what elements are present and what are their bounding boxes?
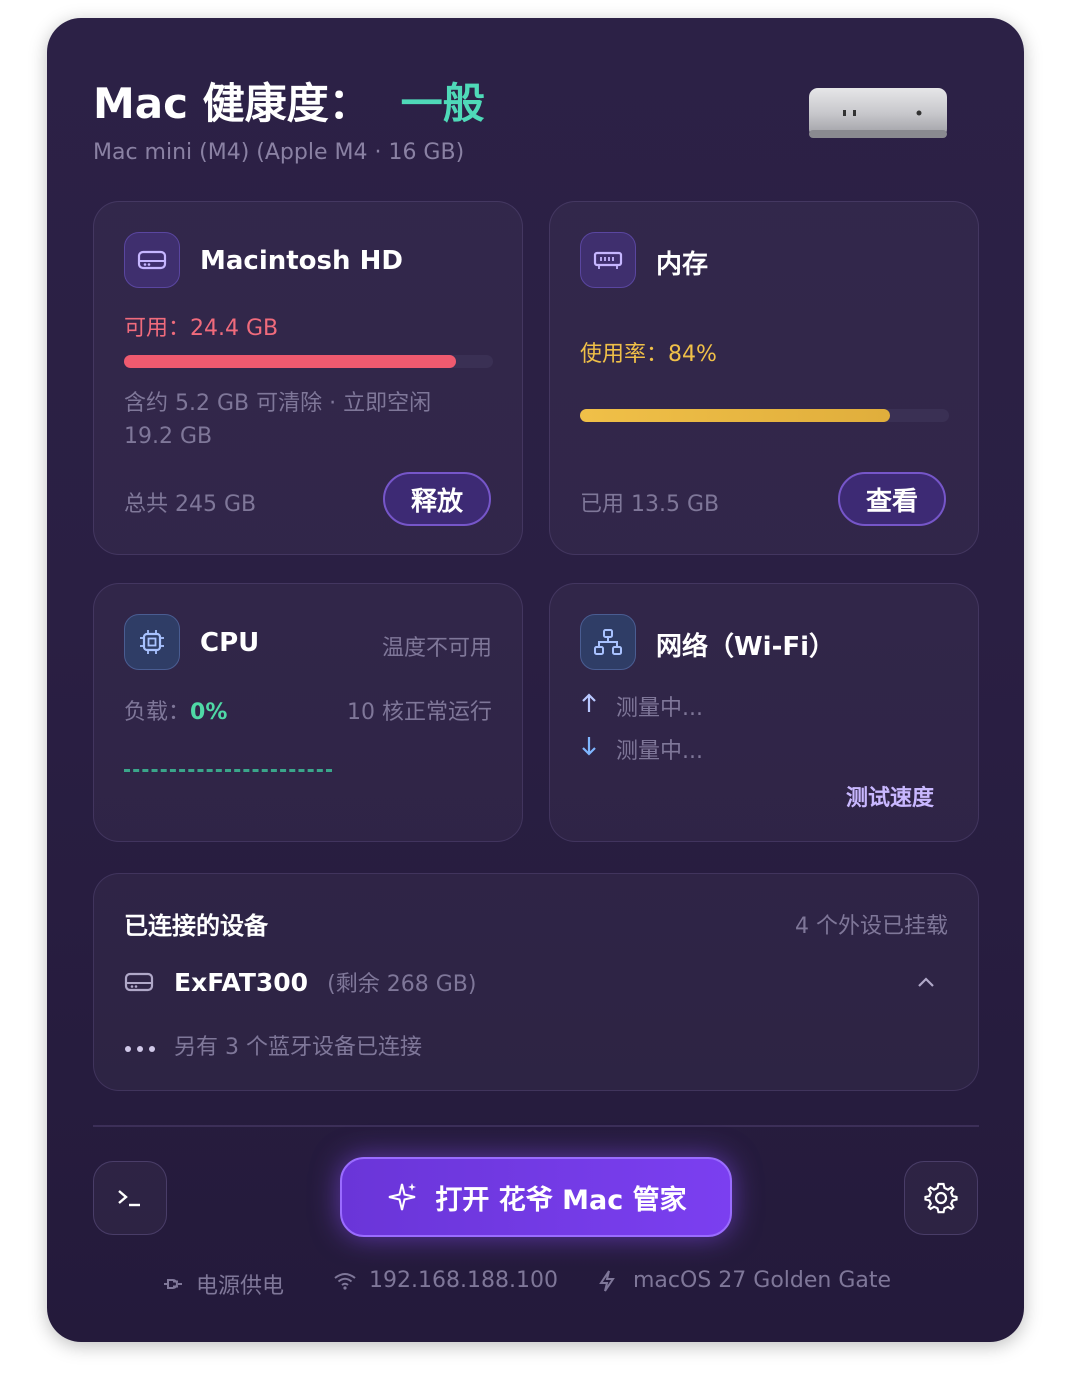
disk-title: Macintosh HD (200, 246, 403, 276)
disk-card: Macintosh HD 可用：24.4 GB 含约 5.2 GB 可清除 · … (93, 201, 523, 555)
disk-icon (124, 232, 180, 288)
settings-button[interactable] (904, 1161, 978, 1235)
disk-usage-fill (124, 355, 457, 368)
ip-address: 192.168.188.100 (333, 1268, 558, 1293)
divider (93, 1125, 979, 1127)
view-button[interactable]: 查看 (838, 472, 946, 526)
cpu-icon (124, 614, 180, 670)
cpu-load-graph (124, 769, 332, 772)
drive-row[interactable]: ExFAT300 (剩余 268 GB) (174, 966, 476, 998)
drive-free: (剩余 268 GB) (327, 972, 477, 997)
power-status: 电源供电 (160, 1268, 284, 1300)
power-label: 电源供电 (196, 1274, 285, 1299)
disk-total: 总共 245 GB (124, 492, 257, 517)
open-manager-button[interactable]: 打开 花爷 Mac 管家 (340, 1157, 732, 1237)
device-subtitle: Mac mini (M4) (Apple M4 · 16 GB) (93, 140, 465, 165)
cpu-card: CPU 温度不可用 负载：0% 10 核正常运行 (93, 583, 523, 842)
health-panel: Mac 健康度： 一般 Mac mini (M4) (Apple M4 · 16 … (47, 18, 1024, 1342)
network-icon (580, 614, 636, 670)
terminal-button[interactable] (93, 1161, 167, 1235)
download-speed: 测量中... (616, 739, 703, 764)
terminal-icon (118, 1190, 140, 1207)
lightning-icon (599, 1269, 615, 1292)
disk-available: 可用：24.4 GB (124, 316, 279, 341)
memory-usage-fill (580, 409, 890, 422)
memory-chip-icon (580, 232, 636, 288)
network-card: 网络（Wi-Fi） 测量中... 测量中... 测试速度 (549, 583, 979, 842)
cpu-cores: 10 核正常运行 (347, 700, 492, 725)
memory-card: 内存 使用率：84% 已用 13.5 GB 查看 (549, 201, 979, 555)
more-dots-icon (124, 1039, 156, 1058)
devices-card: 已连接的设备 4 个外设已挂载 ExFAT300 (剩余 268 GB) 另有 … (93, 873, 979, 1091)
devices-count: 4 个外设已挂载 (795, 914, 948, 939)
mac-mini-image (809, 88, 947, 138)
devices-title: 已连接的设备 (124, 912, 268, 940)
title-label: Mac 健康度： (93, 79, 371, 128)
cpu-load-label: 负载： (124, 700, 191, 725)
upload-arrow-icon (580, 692, 598, 718)
os-label: macOS 27 Golden Gate (633, 1268, 892, 1293)
health-status: 一般 (400, 79, 485, 128)
gear-icon (924, 1182, 958, 1214)
memory-usage-bar (580, 409, 949, 422)
disk-usage-bar (124, 355, 493, 368)
speed-test-link[interactable]: 测试速度 (846, 780, 934, 812)
download-arrow-icon (580, 735, 598, 761)
sparkle-icon (389, 1183, 417, 1211)
bluetooth-devices: 另有 3 个蓝牙设备已连接 (174, 1035, 422, 1060)
os-version: macOS 27 Golden Gate (597, 1268, 891, 1293)
power-plug-icon (164, 1279, 182, 1289)
disk-note: 含约 5.2 GB 可清除 · 立即空闲 19.2 GB (124, 391, 432, 449)
chevron-up-icon[interactable] (916, 974, 936, 993)
cpu-load: 负载：0% (124, 694, 227, 726)
drive-icon (124, 971, 154, 997)
memory-title: 内存 (656, 250, 709, 280)
drive-name: ExFAT300 (174, 968, 309, 997)
wifi-icon (334, 1272, 356, 1290)
upload-speed: 测量中... (616, 696, 703, 721)
release-button[interactable]: 释放 (383, 472, 491, 526)
open-manager-label: 打开 花爷 Mac 管家 (435, 1184, 687, 1216)
cpu-load-value: 0% (190, 700, 228, 725)
cpu-temperature: 温度不可用 (381, 636, 492, 661)
page-title: Mac 健康度： 一般 (93, 70, 485, 131)
ip-label: 192.168.188.100 (369, 1268, 558, 1293)
memory-usage: 使用率：84% (580, 342, 717, 367)
cpu-title: CPU (200, 628, 260, 658)
network-title: 网络（Wi-Fi） (656, 632, 836, 662)
memory-used: 已用 13.5 GB (580, 492, 720, 517)
